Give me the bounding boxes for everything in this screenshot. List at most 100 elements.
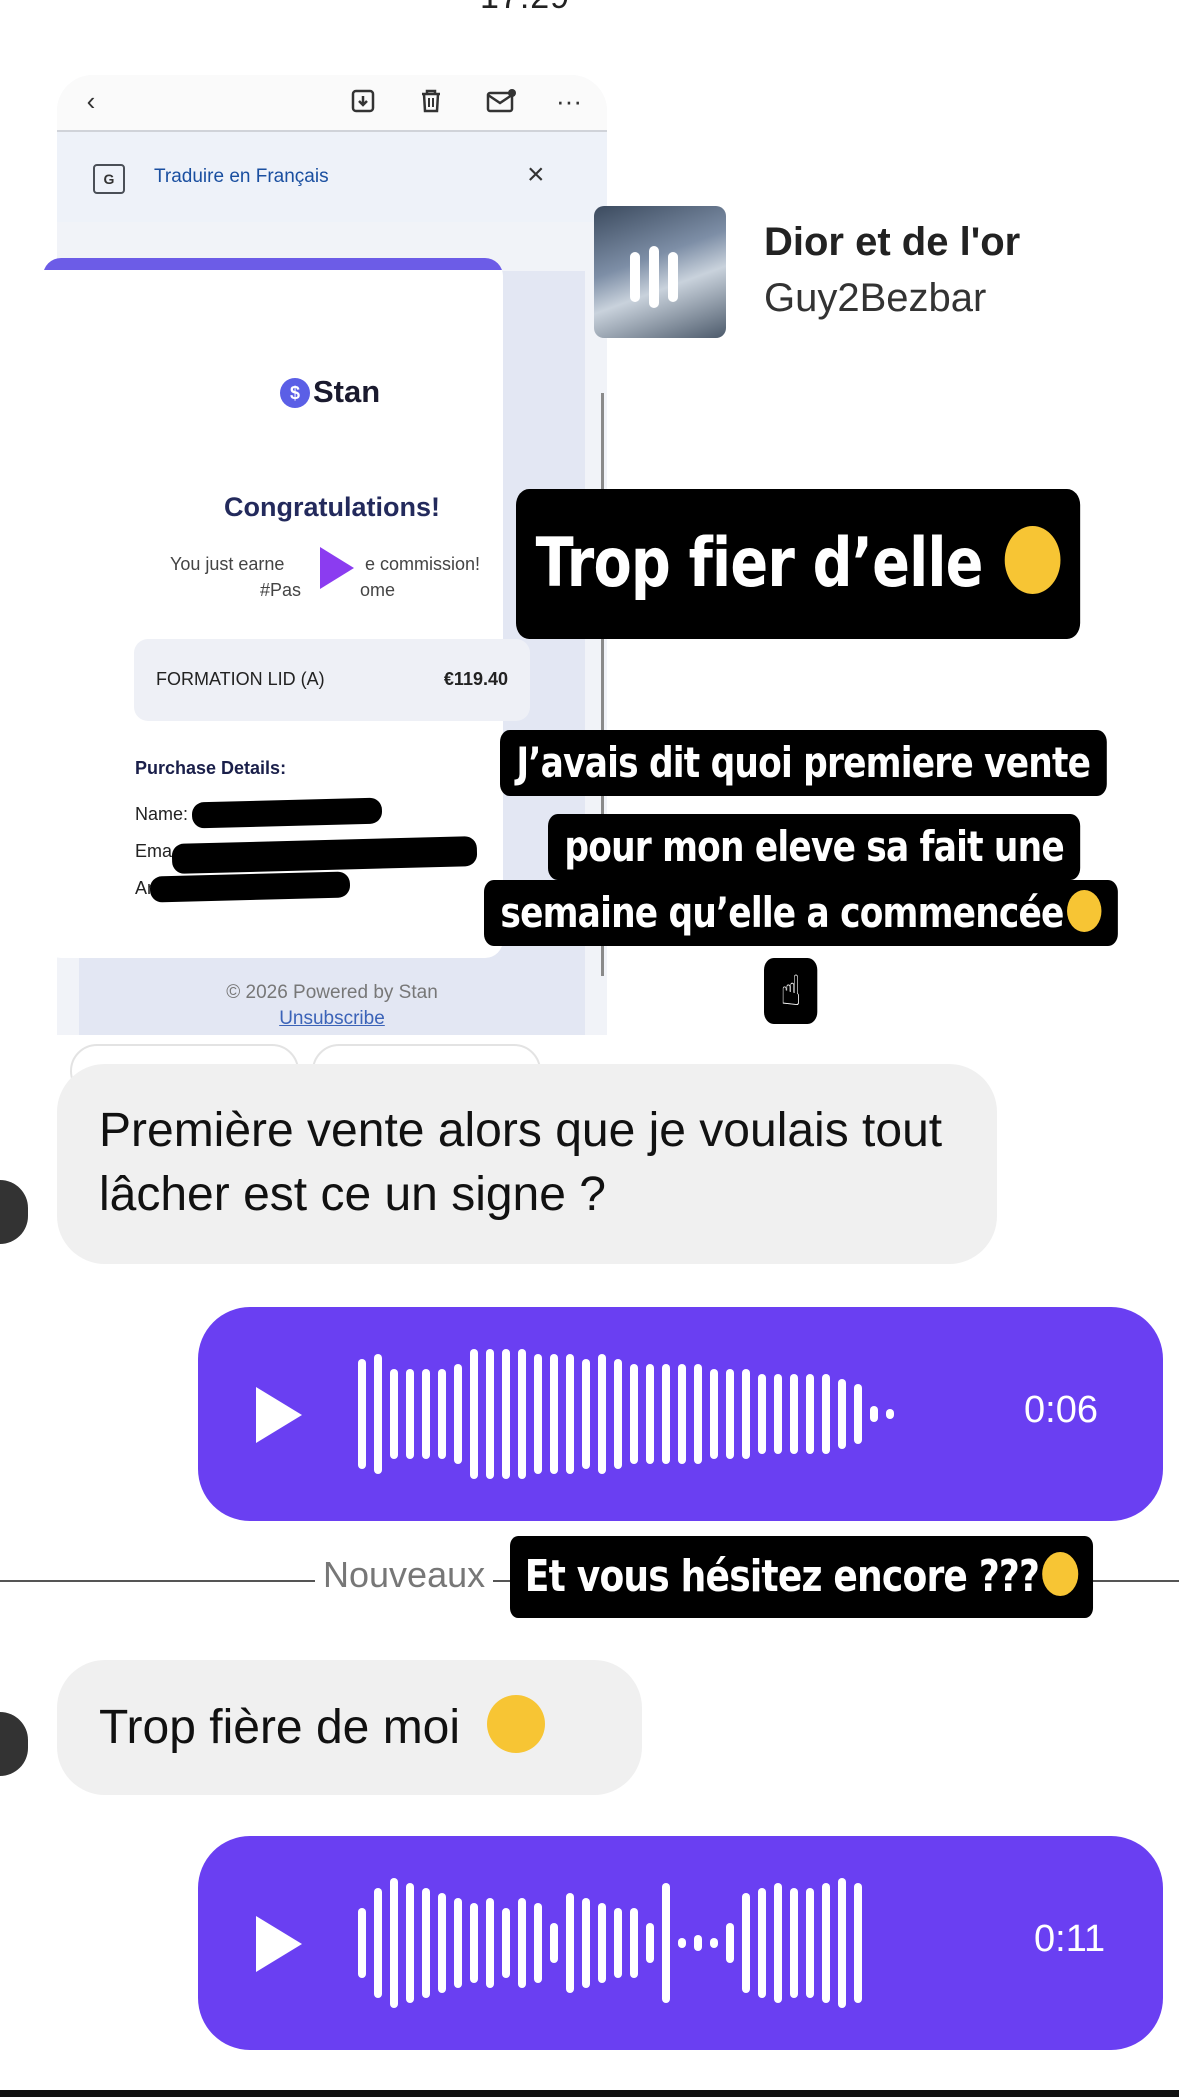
waveform-bar [710, 1369, 718, 1459]
waveform-bar [726, 1369, 734, 1459]
waveform-bar [422, 1369, 430, 1459]
waveform-bar [438, 1893, 446, 1993]
email-label: Ema [135, 841, 173, 861]
waveform-bar [390, 1878, 398, 2008]
waveform-bar [534, 1354, 542, 1474]
waveform-bar [486, 1349, 494, 1479]
waveform-bar [662, 1883, 670, 2003]
waveform-bar [454, 1364, 462, 1464]
stan-logo-icon: $ [280, 378, 310, 408]
waveform-bar [518, 1349, 526, 1479]
mail-icon[interactable] [485, 85, 517, 117]
waveform-bar [806, 1374, 814, 1454]
waveform-bar [614, 1908, 622, 1978]
crying-emoji-icon [1004, 526, 1061, 595]
waveform-bar [646, 1364, 654, 1464]
waveform-bar [598, 1903, 606, 1983]
unsubscribe-link[interactable]: Unsubscribe [101, 1008, 563, 1030]
bottom-bar [0, 2090, 1179, 2097]
waveform-bar [774, 1883, 782, 2003]
waveform-bar [694, 1935, 702, 1951]
story-caption-3-text: Et vous hésitez encore ??? [524, 1551, 1040, 1602]
status-time: 17:29 [480, 0, 570, 17]
waveform-bar [870, 1406, 878, 1422]
close-icon[interactable]: × [527, 158, 545, 192]
powered-by: © 2026 Powered by Stan [226, 982, 438, 1003]
waveform-bar [598, 1354, 606, 1474]
waveform-bar [742, 1369, 750, 1459]
profile-name[interactable]: Dior et de l'or [764, 220, 1020, 265]
waveform-bar [646, 1923, 654, 1963]
waveform-bar [758, 1888, 766, 1998]
earned-hashtag-b: ome [360, 580, 396, 600]
pointing-up-emoji: ☝ [764, 958, 817, 1024]
product-row: FORMATION LID (A) €119.40 [134, 639, 530, 721]
waveform-bar [854, 1384, 862, 1444]
waveform-bar [678, 1938, 686, 1948]
waveform-bar [550, 1923, 558, 1963]
incoming-message[interactable]: Trop fière de moi [57, 1660, 642, 1795]
waveform-bar [422, 1888, 430, 1998]
translate-label[interactable]: Traduire en Français [154, 166, 329, 188]
waveform-bar [854, 1883, 862, 2003]
waveform-bar [822, 1883, 830, 2003]
story-caption-2-line-2: pour mon eleve sa fait une [548, 814, 1081, 880]
waveform-bar [822, 1374, 830, 1454]
waveform-bar [358, 1359, 366, 1469]
waveform-bar [502, 1349, 510, 1479]
waveform-bar [438, 1369, 446, 1459]
story-caption-2-line-1: J’avais dit quoi premiere vente [500, 730, 1107, 796]
rofl-emoji-icon [1042, 1552, 1079, 1597]
waveform-bar [678, 1364, 686, 1464]
email-toolbar: ‹ ··· [57, 75, 607, 132]
waveform-bar [614, 1359, 622, 1469]
voice-message[interactable]: 0:06 [198, 1307, 1163, 1521]
play-icon[interactable] [256, 1387, 302, 1443]
product-name: FORMATION LID (A) [156, 669, 325, 689]
waveform-bar [806, 1888, 814, 1998]
translate-banner[interactable]: G Traduire en Français × [57, 132, 607, 222]
profile-username[interactable]: Guy2Bezbar [764, 276, 986, 321]
waveform [358, 1836, 862, 2050]
play-overlay-icon[interactable] [320, 547, 354, 589]
waveform-bar [886, 1409, 894, 1419]
new-messages-label: Nouveaux [315, 1554, 494, 1596]
more-icon[interactable]: ··· [553, 85, 585, 117]
voice-duration: 0:11 [1034, 1918, 1106, 1960]
archive-icon[interactable] [347, 85, 379, 117]
waveform-bar [406, 1883, 414, 2003]
play-icon[interactable] [256, 1916, 302, 1972]
waveform-bar [390, 1369, 398, 1459]
waveform-bar [758, 1374, 766, 1454]
message-text-content: Trop fière de moi [99, 1701, 461, 1754]
profile-avatar[interactable] [594, 206, 726, 338]
waveform-bar [774, 1374, 782, 1454]
earned-text-a: You just earne [170, 554, 285, 574]
waveform-bar [630, 1364, 638, 1464]
pleading-emoji-icon [487, 1695, 546, 1753]
sender-avatar[interactable] [0, 1712, 28, 1776]
message-text: Première vente alors que je voulais tout… [99, 1104, 943, 1221]
redaction-mark [149, 871, 351, 903]
waveform-bar [838, 1878, 846, 2008]
waveform-bar [630, 1908, 638, 1978]
trash-icon[interactable] [415, 85, 447, 117]
earned-text-b: e commission! [365, 554, 481, 574]
incoming-message[interactable]: Première vente alors que je voulais tout… [57, 1064, 997, 1264]
story-caption-2-line-3-text: semaine qu’elle a commencée [500, 888, 1064, 937]
congrats-headline: Congratulations! [224, 492, 440, 522]
voice-message[interactable]: 0:11 [198, 1836, 1163, 2050]
stan-brand: Stan [313, 374, 381, 409]
waveform-bar [566, 1354, 574, 1474]
waveform-bar [582, 1898, 590, 1988]
audio-bars-icon [630, 246, 678, 308]
purchase-details-title: Purchase Details: [135, 758, 287, 778]
waveform-bar [486, 1898, 494, 1988]
sender-avatar[interactable] [0, 1180, 28, 1244]
back-icon[interactable]: ‹ [75, 85, 107, 117]
waveform-bar [406, 1369, 414, 1459]
voice-duration: 0:06 [1024, 1389, 1098, 1431]
translate-icon: G [93, 164, 125, 194]
waveform-bar [790, 1888, 798, 1998]
waveform-bar [566, 1893, 574, 1993]
